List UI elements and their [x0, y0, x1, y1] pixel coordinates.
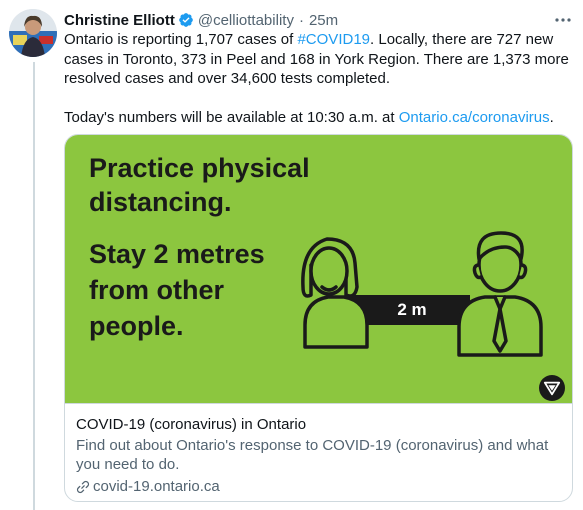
tweet-text-part: .	[549, 108, 554, 126]
more-icon	[555, 18, 571, 22]
card-info[interactable]: COVID-19 (coronavirus) in Ontario Find o…	[65, 403, 572, 501]
card-domain: covid-19.ontario.ca	[76, 477, 560, 496]
verified-icon	[179, 13, 193, 27]
card-title: COVID-19 (coronavirus) in Ontario	[76, 416, 307, 433]
card-domain-text: covid-19.ontario.ca	[93, 478, 220, 495]
avatar[interactable]	[9, 9, 57, 57]
author-name[interactable]: Christine Elliott	[64, 12, 175, 29]
link-card[interactable]: Practice physical distancing. Stay 2 met…	[64, 134, 573, 502]
ontario-logo	[539, 375, 565, 401]
tweet-text-part: Ontario is reporting 1,707 cases of	[64, 31, 298, 48]
tweet-paragraph-1: Ontario is reporting 1,707 cases of #COV…	[64, 30, 574, 89]
timestamp[interactable]: 25m	[309, 12, 338, 29]
hashtag-link[interactable]: #COVID19	[297, 31, 370, 48]
distancing-illustration	[301, 231, 543, 357]
tweet-paragraph-2: Today's numbers will be available at 10:…	[64, 108, 574, 128]
separator-dot: ·	[298, 11, 304, 29]
author-handle[interactable]: @celliottability	[198, 12, 294, 29]
thread-line	[33, 62, 35, 510]
tweet-text: Ontario is reporting 1,707 cases of #COV…	[64, 30, 574, 127]
link-icon	[76, 480, 90, 493]
ontario-coronavirus-link[interactable]: Ontario.ca/coronavirus	[399, 109, 550, 126]
card-description: Find out about Ontario's response to COV…	[76, 437, 549, 473]
trillium-logo-icon	[543, 381, 561, 396]
tweet-header: Christine Elliott @celliottability · 25m	[64, 9, 575, 31]
more-button[interactable]	[553, 9, 573, 31]
tweet-text-part: Today's numbers will be available at 10:…	[64, 108, 399, 126]
avatar-image	[9, 9, 57, 57]
card-image[interactable]: Practice physical distancing. Stay 2 met…	[65, 135, 572, 403]
distance-label: 2 m	[397, 300, 427, 319]
